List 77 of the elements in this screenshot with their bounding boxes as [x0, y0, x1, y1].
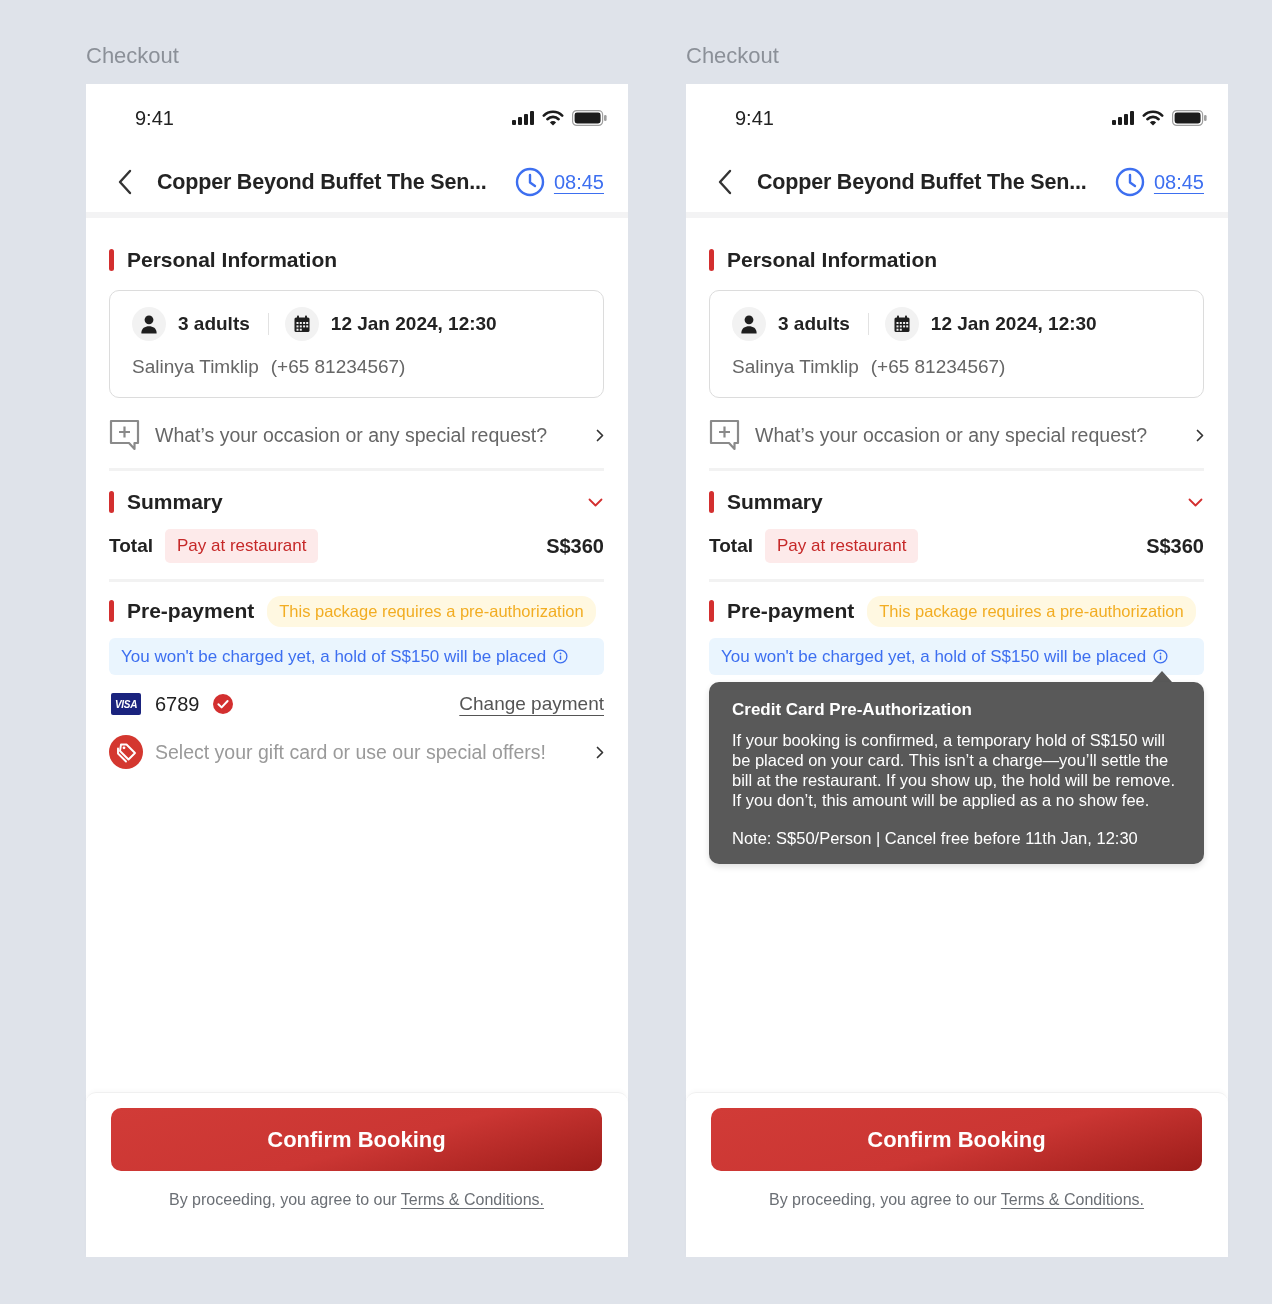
tooltip-note: Note: S$50/Person | Cancel free before 11th Jan, 12:30	[732, 828, 1139, 848]
section-heading: Summary	[127, 490, 223, 514]
confirm-booking-button[interactable]: Confirm Booking	[711, 1108, 1202, 1171]
chevron-right-icon	[596, 428, 604, 442]
chevron-right-icon	[596, 745, 604, 759]
card-last-digits: 6789	[155, 692, 200, 716]
payment-method-badge: Pay at restaurant	[165, 529, 319, 563]
total-amount: S$360	[546, 534, 604, 558]
chevron-down-icon[interactable]	[588, 497, 603, 507]
accent-bar-icon	[109, 249, 114, 271]
total-label: Total	[709, 535, 753, 557]
info-icon[interactable]	[1153, 649, 1169, 664]
battery-icon	[1172, 110, 1207, 126]
chevron-right-icon	[1196, 428, 1204, 442]
add-note-icon	[709, 419, 741, 451]
signal-icon	[512, 111, 534, 125]
status-time: 9:41	[135, 106, 174, 130]
guest-name: Salinya Timklip	[132, 355, 259, 379]
clock-icon	[1114, 167, 1145, 197]
countdown-timer: 08:45	[1153, 170, 1204, 194]
confirm-booking-button[interactable]: Confirm Booking	[111, 1108, 602, 1171]
info-icon[interactable]	[553, 649, 569, 664]
person-icon	[132, 307, 166, 341]
signal-icon	[1112, 111, 1134, 125]
tooltip-body: If your booking is confirmed, a temporary hold of S$150 will be placed on your card. This isn’t a charge—you’ll settle the bill at the restaurant. If you show up, the hold will be remove. If you don’t, this amount will be applied as a no show fee.	[732, 730, 1176, 810]
screen-title: Checkout	[86, 42, 179, 70]
section-heading: Pre-payment	[727, 599, 855, 623]
booking-date-time: 12 Jan 2024, 12:30	[330, 313, 497, 335]
accent-bar-icon	[109, 600, 114, 622]
tag-icon	[109, 735, 143, 769]
section-heading: Summary	[727, 490, 823, 514]
guest-count: 3 adults	[778, 313, 850, 335]
card-brand-logo: VISA	[111, 693, 141, 715]
wifi-icon	[542, 110, 564, 126]
pre-authorization-badge: This package requires a pre-authorization	[867, 595, 1196, 627]
tooltip-title: Credit Card Pre-Authorization	[732, 699, 973, 721]
booking-date-time: 12 Jan 2024, 12:30	[930, 313, 1097, 335]
section-heading: Personal Information	[127, 248, 338, 272]
total-label: Total	[109, 535, 153, 557]
guest-phone: (+65 81234567)	[870, 355, 1006, 379]
back-icon[interactable]	[117, 169, 133, 195]
section-heading: Personal Information	[727, 248, 938, 272]
pre-authorization-badge: This package requires a pre-authorization	[267, 595, 596, 627]
status-time: 9:41	[735, 106, 774, 130]
battery-icon	[572, 110, 607, 126]
total-amount: S$360	[1146, 534, 1204, 558]
section-heading: Pre-payment	[127, 599, 255, 623]
page-title: Copper Beyond Buffet The Sen...	[757, 169, 1088, 195]
calendar-icon	[884, 307, 919, 341]
countdown-timer: 08:45	[553, 170, 604, 194]
special-request-row[interactable]: What’s your occasion or any special request?	[109, 418, 604, 452]
back-icon[interactable]	[717, 169, 733, 195]
agreement-text: By proceeding, you agree to our Terms & Conditions.	[169, 1190, 544, 1210]
change-payment-link[interactable]: Change payment	[459, 693, 604, 715]
wifi-icon	[1142, 110, 1164, 126]
person-icon	[732, 307, 766, 341]
terms-link[interactable]: Terms & Conditions.	[400, 1191, 544, 1208]
agreement-text: By proceeding, you agree to our Terms & Conditions.	[769, 1190, 1144, 1210]
guest-phone: (+65 81234567)	[270, 355, 406, 379]
terms-link[interactable]: Terms & Conditions.	[1000, 1191, 1144, 1208]
accent-bar-icon	[109, 491, 114, 513]
chevron-down-icon[interactable]	[1188, 497, 1203, 507]
payment-method-badge: Pay at restaurant	[765, 529, 919, 563]
accent-bar-icon	[709, 249, 714, 271]
special-request-row[interactable]: What’s your occasion or any special request?	[709, 418, 1204, 452]
guest-name: Salinya Timklip	[732, 355, 859, 379]
page-title: Copper Beyond Buffet The Sen...	[157, 169, 488, 195]
guest-count: 3 adults	[178, 313, 250, 335]
screen-title: Checkout	[686, 42, 779, 70]
accent-bar-icon	[709, 491, 714, 513]
add-note-icon	[109, 419, 141, 451]
calendar-icon	[284, 307, 319, 341]
hold-notice-text: You won't be charged yet, a hold of S$150 will be placed	[721, 647, 1147, 666]
clock-icon	[514, 167, 545, 197]
gift-card-offers-row[interactable]: Select your gift card or use our special offers!	[109, 735, 604, 769]
accent-bar-icon	[709, 600, 714, 622]
hold-notice-text: You won't be charged yet, a hold of S$150 will be placed	[121, 647, 547, 666]
